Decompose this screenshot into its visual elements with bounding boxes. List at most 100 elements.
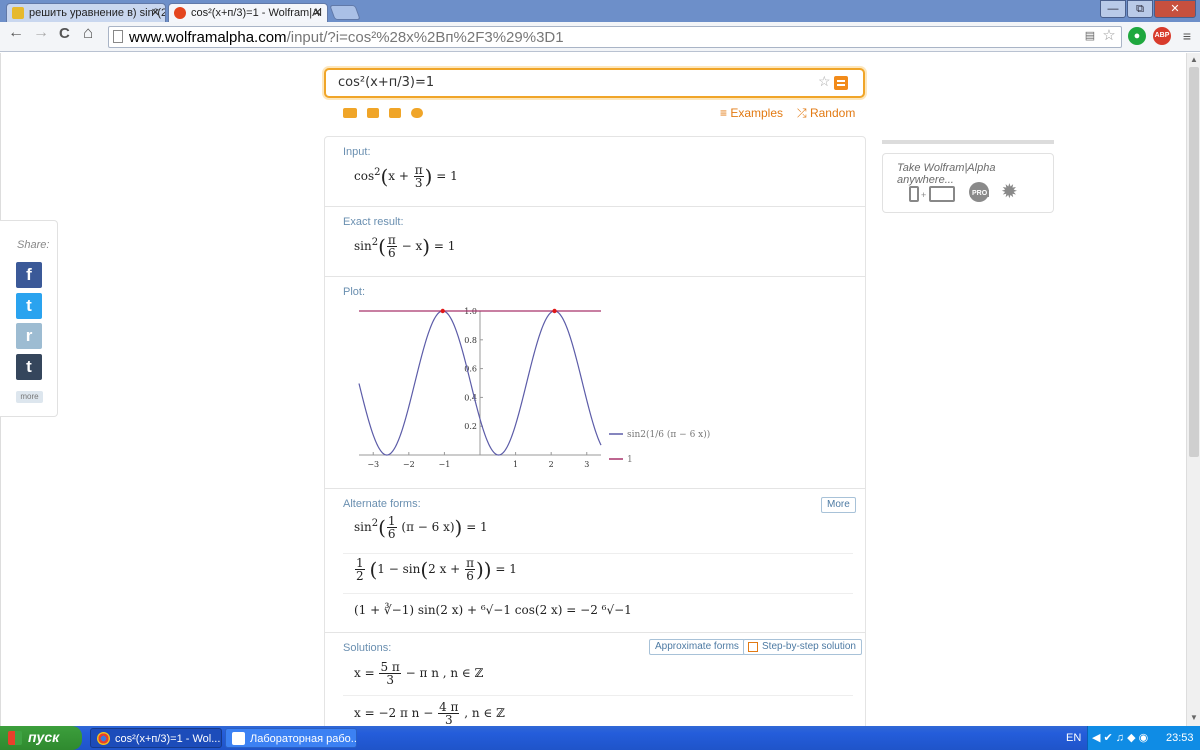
math-eq: = 1 [436, 169, 458, 183]
tab-wolfram[interactable]: cos²(x+п/3)=1 - Wolfram|Al ✕ [168, 3, 328, 22]
forward-button[interactable]: → [33, 24, 49, 42]
math-rest: − π n , n ∈ ℤ [405, 666, 484, 680]
wolfram-star-icon[interactable]: ✹ [1001, 182, 1018, 202]
input-expression: cos2(x + π 3) = 1 [354, 164, 458, 189]
search-go-icon[interactable] [834, 76, 848, 90]
alternate-forms-pod: Alternate forms: More sin2(1 6 (π − 6 x))… [325, 489, 865, 633]
separator [343, 553, 853, 554]
frac-den: 3 [386, 673, 394, 687]
math-paren: ) [422, 234, 431, 259]
tab-close-icon[interactable]: ✕ [313, 6, 322, 19]
pro-promo[interactable]: Take Wolfram|Alpha anywhere... + PRO ✹ [882, 153, 1054, 213]
input-tools [343, 106, 423, 118]
math-2x-plus: 2 x + [428, 562, 461, 576]
math-sin: sin [354, 239, 372, 253]
tab-reshit[interactable]: решить уравнение в) sin²(2 ✕ [6, 3, 166, 22]
taskbar-item-word[interactable]: Лабораторная рабо... [225, 728, 357, 748]
math-frac: 12 [355, 557, 365, 582]
tray-icons[interactable]: ◀ ✔ ♫ ◆ ◉ [1092, 731, 1148, 744]
math-eq: = 1 [495, 562, 517, 576]
frac-den: 6 [388, 246, 396, 260]
extension-icon[interactable]: ● [1128, 27, 1146, 45]
math-paren: )) [475, 557, 492, 582]
math-x-eq: x = [354, 666, 375, 680]
math-frac: 4 π3 [438, 701, 460, 726]
refresh-icon[interactable] [411, 108, 423, 118]
examples-link[interactable]: ≡ Examples [720, 106, 783, 121]
edit-icon [748, 642, 758, 652]
menu-wrench-icon[interactable]: ≡ [1180, 27, 1194, 45]
page-scrollbar[interactable]: ▲ ▼ [1186, 53, 1200, 726]
translate-icon[interactable]: ▤ [1083, 27, 1097, 45]
x-tick-label: 3 [584, 460, 589, 469]
favorite-star-icon[interactable]: ☆ [818, 73, 831, 90]
upload-icon[interactable] [389, 108, 401, 118]
facebook-share-button[interactable]: f [16, 262, 42, 288]
math-paren: ( [420, 557, 429, 582]
mobile-icon[interactable] [909, 186, 919, 202]
scroll-thumb[interactable] [1189, 67, 1199, 457]
solutions-pod: Solutions: Approximate forms Step-by-ste… [325, 633, 865, 726]
new-tab-button[interactable] [329, 5, 361, 20]
search-box[interactable]: ☆ [324, 68, 865, 98]
close-window-button[interactable]: ✕ [1154, 0, 1196, 18]
x-tick-label: 1 [513, 460, 518, 469]
home-button[interactable]: ⌂ [83, 23, 93, 43]
frac-den: 3 [414, 176, 423, 190]
minimize-button[interactable]: — [1100, 0, 1126, 18]
y-tick-label: 0.8 [464, 336, 477, 345]
frac-den: 3 [444, 713, 453, 726]
approximate-forms-button[interactable]: Approximate forms [649, 639, 745, 655]
math-paren: ) [454, 515, 463, 540]
tab-close-icon[interactable]: ✕ [151, 6, 160, 19]
tumblr-share-button[interactable]: t [16, 354, 42, 380]
random-link[interactable]: ⤮ Random [797, 106, 855, 121]
maximize-button[interactable]: ⧉ [1127, 0, 1153, 18]
bookmark-star-icon[interactable]: ☆ [1102, 27, 1116, 45]
x-tick-label: 2 [549, 460, 554, 469]
reload-button[interactable]: C [59, 25, 70, 42]
alternate-form-2: 12 (1 − sin(2 x + π 6)) = 1 [354, 557, 517, 582]
math-one-minus-sin: 1 − sin [377, 562, 421, 576]
language-indicator[interactable]: EN [1066, 732, 1081, 744]
adblock-icon[interactable]: ABP [1153, 27, 1171, 45]
keyboard-icon[interactable] [343, 108, 357, 118]
tablet-icon[interactable] [929, 186, 955, 202]
frac-den: 6 [387, 527, 396, 541]
pro-label: PRO [970, 190, 990, 197]
twitter-share-button[interactable]: t [16, 293, 42, 319]
separator [343, 593, 853, 594]
browser-titlebar: решить уравнение в) sin²(2 ✕ cos²(x+п/3)… [0, 0, 1200, 22]
reddit-share-button[interactable]: r [16, 323, 42, 349]
search-input[interactable] [338, 75, 798, 90]
intersection-point [440, 308, 445, 314]
back-button[interactable]: ← [8, 24, 24, 42]
scroll-down-icon[interactable]: ▼ [1190, 713, 1198, 722]
step-by-step-button[interactable]: Step-by-step solution [743, 639, 862, 655]
scroll-up-icon[interactable]: ▲ [1190, 55, 1198, 64]
chrome-icon [97, 732, 110, 745]
more-share-button[interactable]: more [16, 391, 43, 403]
exact-result-expression: sin2(π 6 − x) = 1 [354, 234, 455, 259]
start-button[interactable]: пуск [0, 726, 82, 750]
x-tick-label: −1 [439, 460, 451, 469]
math-paren: ) [424, 164, 433, 189]
taskbar-item-chrome[interactable]: cos²(x+п/3)=1 - Wol... [90, 728, 222, 748]
x-tick-label: −2 [403, 460, 415, 469]
word-doc-icon [232, 732, 245, 745]
address-bar[interactable]: www.wolframalpha.com/input/?i=cos²%28x%2… [108, 26, 1122, 48]
task-label: Лабораторная рабо... [250, 733, 357, 745]
share-title: Share: [17, 239, 50, 251]
clock[interactable]: 23:53 [1166, 732, 1194, 744]
legend-label-sin: sin2(1/6 (π − 6 x)) [627, 429, 710, 440]
x-tick-label: −3 [367, 460, 379, 469]
frac-den: 6 [466, 569, 474, 583]
more-button[interactable]: More [821, 497, 856, 513]
wolfram-favicon-icon [174, 7, 186, 19]
pod-title: Alternate forms: [343, 498, 421, 510]
url-domain: www.wolframalpha.com [129, 29, 287, 46]
system-tray: ◀ ✔ ♫ ◆ ◉ 23:53 [1087, 726, 1200, 750]
camera-icon[interactable] [367, 108, 379, 118]
input-pod: Input: cos2(x + π 3) = 1 [325, 137, 865, 207]
math-paren: ( [378, 234, 386, 259]
